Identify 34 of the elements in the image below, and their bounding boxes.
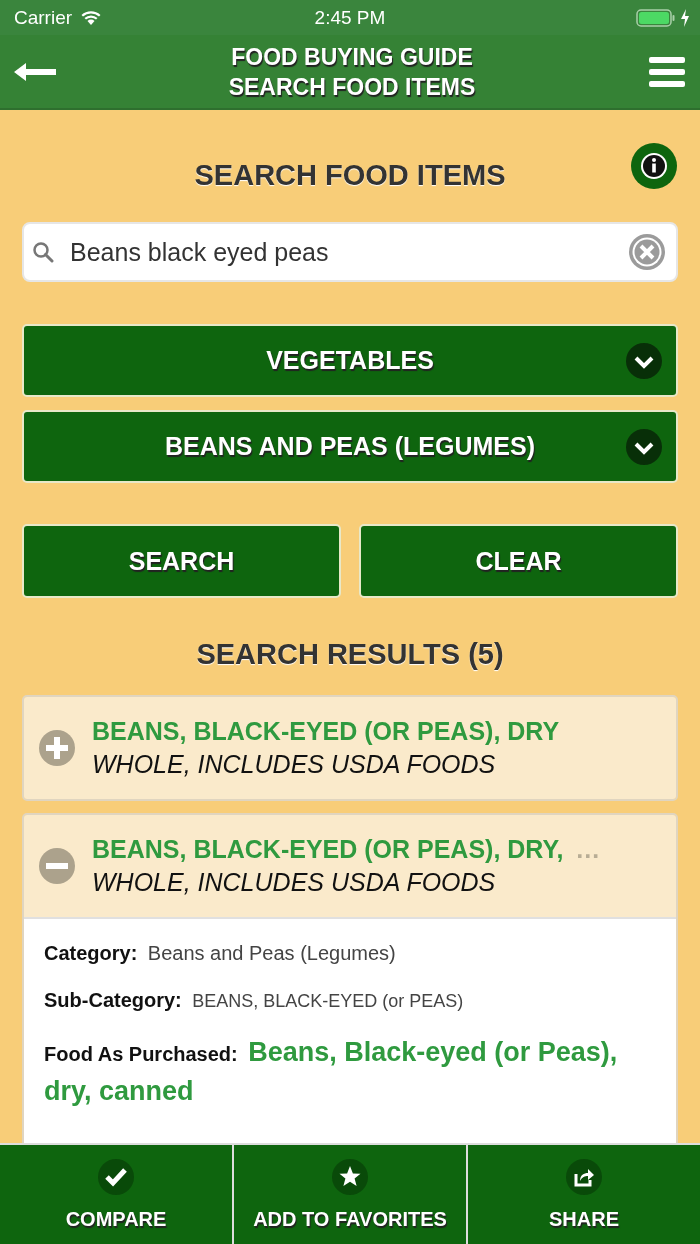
clock-time: 2:45 PM [314, 6, 386, 29]
page-title: SEARCH FOOD ITEMS [194, 157, 506, 192]
carrier-label: Carrier [14, 6, 73, 29]
clear-button[interactable]: CLEAR [359, 524, 678, 598]
more-ellipsis: … [575, 835, 601, 864]
result-header[interactable]: BEANS, BLACK-EYED (OR PEAS), DRY, … WHOLE, INCLUDES USDA FOODS [24, 815, 676, 917]
battery-icon [636, 8, 676, 27]
minus-icon[interactable] [38, 847, 76, 885]
info-button[interactable] [630, 142, 678, 190]
header-title: SEARCH FOOD ITEMS [228, 72, 476, 102]
result-subtitle: WHOLE, INCLUDES USDA FOODS [92, 750, 497, 779]
checkmark-icon [97, 1158, 135, 1196]
results-title: SEARCH RESULTS (5) [195, 638, 505, 671]
plus-icon[interactable] [38, 729, 76, 767]
result-subtitle: WHOLE, INCLUDES USDA FOODS [92, 868, 497, 897]
clear-icon[interactable] [628, 233, 666, 271]
header-title: FOOD BUYING GUIDE [230, 42, 474, 72]
wifi-icon [80, 9, 103, 26]
share-icon [565, 1158, 603, 1196]
category-dropdown[interactable]: BEANS AND PEAS (LEGUMES) [22, 410, 678, 483]
result-title: BEANS, BLACK-EYED (OR PEAS), DRY [92, 717, 560, 746]
search-button[interactable]: SEARCH [22, 524, 341, 598]
detail-line: Sub-Category: BEANS, BLACK-EYED (or PEAS) [44, 988, 465, 1013]
detail-line: Food As Purchased: Beans, Black-eyed (or Peas), dry, canned [44, 1036, 619, 1109]
chevron-down-icon [626, 428, 662, 465]
category-dropdown[interactable]: VEGETABLES [22, 324, 678, 397]
detail-line: Category: Beans and Peas (Legumes) [44, 941, 397, 966]
result-title: BEANS, BLACK-EYED (OR PEAS), DRY, [92, 835, 564, 864]
result-header[interactable]: BEANS, BLACK-EYED (OR PEAS), DRY WHOLE, INCLUDES USDA FOODS [24, 697, 676, 799]
search-field[interactable]: Beans black eyed peas [22, 222, 678, 282]
menu-button[interactable] [648, 55, 686, 88]
back-button[interactable] [14, 61, 56, 82]
search-icon [32, 241, 54, 263]
chevron-down-icon [626, 342, 662, 379]
